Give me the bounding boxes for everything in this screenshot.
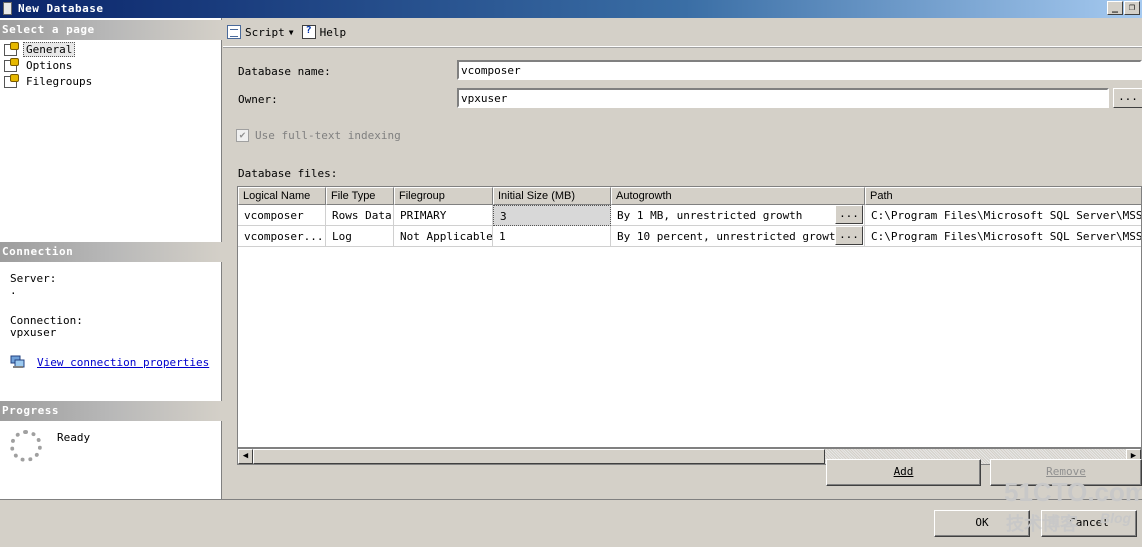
- progress-spinner-icon: [10, 430, 42, 462]
- autogrowth-text: By 1 MB, unrestricted growth: [617, 209, 803, 222]
- window-icon: [3, 2, 12, 15]
- page-icon: [3, 58, 19, 72]
- table-row[interactable]: vcomposer Rows Data PRIMARY 3 By 1 MB, u…: [238, 205, 1141, 226]
- cell-filegroup: Not Applicable: [394, 226, 493, 247]
- grid-header: Logical Name File Type Filegroup Initial…: [238, 187, 1141, 205]
- window-title: New Database: [18, 2, 104, 15]
- scrollbar-thumb[interactable]: [253, 449, 825, 464]
- remove-label: Remove: [1046, 465, 1086, 478]
- progress-header: Progress: [0, 401, 222, 421]
- column-header-filegroup[interactable]: Filegroup: [394, 187, 493, 205]
- cell-file-type: Log: [326, 226, 394, 247]
- fulltext-label: Use full-text indexing: [255, 129, 401, 142]
- database-name-input[interactable]: vcomposer: [457, 60, 1142, 80]
- connection-header: Connection: [0, 242, 222, 262]
- ok-button[interactable]: OK: [934, 510, 1030, 537]
- server-label: Server:: [10, 272, 57, 285]
- script-label: Script: [245, 25, 285, 39]
- page-item-filegroups[interactable]: Filegroups: [3, 73, 95, 89]
- database-name-label: Database name:: [238, 65, 331, 78]
- cell-logical-name[interactable]: vcomposer...: [238, 226, 326, 247]
- column-header-autogrowth[interactable]: Autogrowth: [611, 187, 865, 205]
- minimize-button[interactable]: _: [1107, 1, 1123, 15]
- autogrowth-edit-button[interactable]: ...: [835, 205, 863, 224]
- page-icon: [3, 42, 19, 56]
- page-icon: [3, 74, 19, 88]
- cell-initial-size[interactable]: 1: [493, 226, 611, 247]
- script-icon: [227, 25, 241, 39]
- fulltext-checkbox[interactable]: ✔: [236, 129, 249, 142]
- autogrowth-text: By 10 percent, unrestricted growth: [617, 230, 843, 243]
- dialog-button-bar: OK Cancel: [0, 499, 1142, 547]
- column-header-logical-name[interactable]: Logical Name: [238, 187, 326, 205]
- cancel-button[interactable]: Cancel: [1041, 510, 1137, 537]
- database-files-label: Database files:: [238, 167, 338, 180]
- title-bar: New Database _ ❐: [0, 0, 1142, 18]
- cell-autogrowth: By 10 percent, unrestricted growth ...: [611, 226, 865, 247]
- connection-value: vpxuser: [10, 326, 57, 339]
- restore-button[interactable]: ❐: [1124, 1, 1140, 15]
- autogrowth-edit-button[interactable]: ...: [835, 226, 863, 245]
- owner-input[interactable]: vpxuser: [457, 88, 1109, 108]
- help-icon: [301, 25, 316, 39]
- script-button[interactable]: Script ▼: [227, 25, 294, 39]
- owner-label: Owner:: [238, 93, 278, 106]
- remove-button[interactable]: Remove: [990, 459, 1142, 486]
- page-item-general[interactable]: General: [3, 41, 76, 57]
- database-files-grid: Logical Name File Type Filegroup Initial…: [237, 186, 1142, 448]
- page-label: Options: [26, 58, 73, 72]
- column-header-initial-size[interactable]: Initial Size (MB): [493, 187, 611, 205]
- help-button[interactable]: Help: [301, 25, 347, 39]
- cell-path[interactable]: C:\Program Files\Microsoft SQL Server\MS…: [865, 226, 1141, 247]
- help-label: Help: [319, 25, 347, 39]
- toolbar: Script ▼ Help: [223, 18, 1142, 47]
- table-row[interactable]: vcomposer... Log Not Applicable 1 By 10 …: [238, 226, 1141, 247]
- page-label: Filegroups: [26, 74, 93, 88]
- left-pane: Select a page General Options Filegroups…: [0, 18, 222, 499]
- right-pane: Script ▼ Help Database name: vcomposer O…: [223, 18, 1142, 499]
- cell-initial-size[interactable]: 3: [493, 205, 611, 226]
- chevron-down-icon[interactable]: ▼: [289, 28, 294, 37]
- cell-logical-name[interactable]: vcomposer: [238, 205, 326, 226]
- connection-properties-icon: [10, 355, 26, 369]
- page-label: General: [23, 41, 76, 57]
- column-header-file-type[interactable]: File Type: [326, 187, 394, 205]
- scroll-left-icon[interactable]: ◀: [238, 449, 253, 464]
- add-label: Add: [893, 465, 914, 478]
- cell-path[interactable]: C:\Program Files\Microsoft SQL Server\MS…: [865, 205, 1141, 226]
- view-connection-properties-link[interactable]: View connection properties: [37, 356, 209, 369]
- column-header-path[interactable]: Path: [865, 187, 1141, 205]
- cell-filegroup[interactable]: PRIMARY: [394, 205, 493, 226]
- add-button[interactable]: Add: [826, 459, 981, 486]
- owner-browse-button[interactable]: ...: [1113, 88, 1142, 108]
- page-item-options[interactable]: Options: [3, 57, 75, 73]
- progress-status: Ready: [57, 431, 91, 444]
- select-page-header: Select a page: [0, 20, 222, 40]
- cell-autogrowth: By 1 MB, unrestricted growth ...: [611, 205, 865, 226]
- cell-file-type: Rows Data: [326, 205, 394, 226]
- server-value: .: [10, 284, 17, 297]
